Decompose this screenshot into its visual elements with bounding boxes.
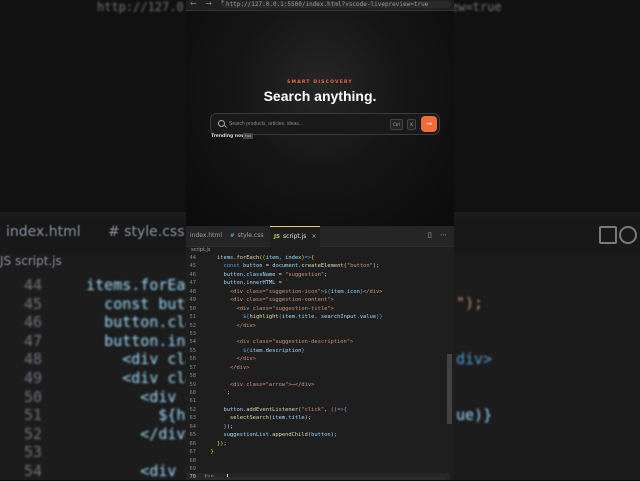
tab-index-html[interactable]: index.html (186, 226, 226, 246)
breadcrumb[interactable]: script.js (191, 247, 211, 253)
background-tab-index: index.html (6, 224, 81, 240)
code-line[interactable]: 62 button.addEventListener("click", ()=>… (186, 406, 450, 414)
background-line-text: button.inn (50, 331, 195, 350)
background-line-text: <div c (50, 461, 195, 480)
vertical-scrollbar[interactable] (447, 354, 452, 424)
code-line[interactable]: 61 (186, 397, 450, 405)
code-line[interactable]: 50 <div class="suggestion-title"> (186, 305, 450, 313)
background-line-number: 50 (23, 387, 42, 406)
background-snippet-1: "); (456, 294, 484, 312)
code-line[interactable]: 59 <div class="arrow">→</div> (186, 381, 450, 389)
background-breadcrumb: JS script.js (0, 254, 62, 268)
trending-label: Trending now (211, 134, 246, 139)
search-bar[interactable]: Ctrl K → (210, 113, 440, 135)
code-line[interactable]: 46 button.className = "suggestion"; (186, 271, 450, 279)
background-tab-style: # style.css (108, 224, 185, 240)
split-editor-icon[interactable]: ▯ ⋯ (428, 231, 450, 239)
code-editor: index.html # style.css JS script.js × ▯ ⋯ s… (186, 226, 454, 480)
code-line[interactable]: 58 (186, 372, 450, 380)
code-line[interactable]: 52 </div> (186, 322, 450, 330)
background-line-number: 51 (23, 406, 42, 425)
code-line[interactable]: 49 <div class="suggestion-content"> (186, 296, 450, 304)
browser-preview: ← → ↻ http://127.0.0.1:5500/index.html?v… (186, 0, 454, 226)
code-line[interactable]: 66 }); (186, 440, 450, 448)
tab-script-js[interactable]: JS script.js × (270, 226, 321, 247)
page-title: Search anything. (263, 88, 377, 104)
background-line-text: <div c (50, 387, 195, 406)
search-icon (218, 120, 225, 127)
code-line[interactable]: 68 (186, 457, 450, 465)
code-line[interactable]: 67 } (186, 448, 450, 456)
code-line[interactable]: 48 <div class="suggestion-icon">${item.i… (186, 288, 450, 296)
shortcut-k-key: K (407, 119, 416, 130)
background-line-text: button.cla (50, 313, 195, 332)
background-line-number: 45 (23, 294, 42, 313)
code-line[interactable]: 64 }); (186, 423, 450, 431)
background-line-number: 46 (23, 313, 42, 332)
code-line[interactable]: 54 <div class="suggestion-description"> (186, 338, 450, 346)
css-file-icon: # (230, 233, 235, 239)
code-line[interactable]: 60 `; (186, 389, 450, 397)
code-line[interactable]: 56 </div> (186, 355, 450, 363)
code-line[interactable]: 65 suggestionList.appendChild(button); (186, 431, 450, 439)
background-line-number: 52 (23, 424, 42, 443)
search-input[interactable] (229, 118, 379, 130)
code-line[interactable]: 51 ${highlight(item.title, searchInput.v… (186, 313, 450, 321)
background-snippet-2: div> (456, 350, 493, 368)
background-panel-icons (595, 220, 640, 250)
background-line-text: <div cla (50, 350, 195, 369)
close-icon[interactable]: × (311, 233, 316, 240)
background-line-text: <div cla (50, 368, 195, 387)
background-line-number: 47 (23, 331, 42, 350)
search-submit-button[interactable]: → (421, 116, 437, 132)
background-line-text: items.forEach (50, 276, 204, 294)
eyebrow-label: SMART DISCOVERY (287, 80, 353, 85)
background-snippet-3: ue)} (456, 406, 493, 424)
trending-chip[interactable]: Hot (243, 133, 254, 139)
background-line-number: 48 (23, 350, 42, 369)
shortcut-ctrl-key: Ctrl (389, 119, 403, 130)
code-line[interactable]: 69 (186, 465, 450, 473)
code-line[interactable]: 55 ${item.description} (186, 347, 450, 355)
background-line-number: 49 (23, 368, 42, 387)
editor-tabbar: index.html # style.css JS script.js × ▯ ⋯ (186, 226, 454, 247)
tab-label: index.html (190, 232, 222, 239)
background-line-text: ${hi (50, 406, 195, 425)
background-line-number: 44 (23, 276, 42, 294)
tab-label: style.css (237, 232, 264, 239)
background-line-number: 53 (23, 443, 42, 462)
code-line[interactable]: 53 (186, 330, 450, 338)
code-line[interactable]: 63 selectSearch(item.title); (186, 414, 450, 422)
code-line[interactable]: 57 </div> (186, 364, 450, 372)
url-field[interactable]: http://127.0.0.1:5500/index.html?vscode-… (222, 1, 451, 8)
tab-style-css[interactable]: # style.css (226, 226, 267, 246)
code-line[interactable]: 45 const button = document.createElement… (186, 262, 450, 270)
background-line-text: const butto (50, 294, 204, 313)
tab-label: script.js (283, 233, 307, 240)
code-line[interactable]: 47 button.innerHTML = ` (186, 279, 450, 287)
background-line-number: 54 (23, 461, 42, 480)
js-file-icon: JS (274, 234, 281, 240)
code-line[interactable]: 44 items.forEach((item, index)=>{ (186, 254, 450, 262)
main-panel: ← → ↻ http://127.0.0.1:5500/index.html?v… (186, 0, 454, 480)
code-area[interactable]: 44 items.forEach((item, index)=>{ 45 con… (186, 254, 450, 480)
address-bar: ← → ↻ http://127.0.0.1:5500/index.html?v… (186, 0, 454, 11)
background-line-text: </div> (50, 424, 195, 443)
